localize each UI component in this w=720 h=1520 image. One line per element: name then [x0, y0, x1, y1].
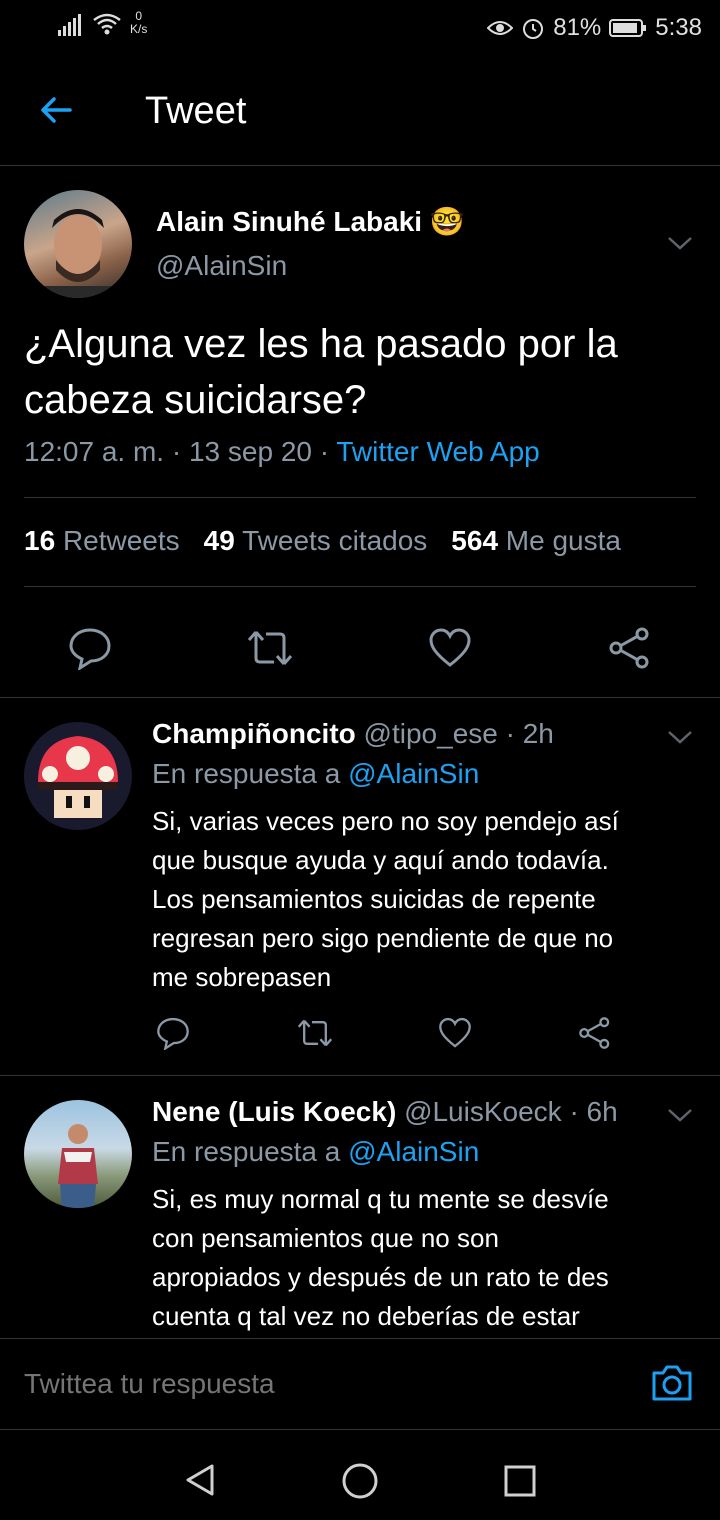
reply-input[interactable]: [24, 1363, 624, 1405]
retweets-label: Retweets: [62, 525, 180, 556]
reply-line: con pensamientos que no son: [152, 1223, 499, 1253]
reply-icon[interactable]: [156, 1016, 190, 1050]
mushroom-avatar-icon: [38, 736, 118, 818]
tweet-stats: 16 Retweets 49 Tweets citados 564 Me gus…: [24, 525, 621, 557]
reply-item[interactable]: Nene (Luis Koeck) @LuisKoeck · 6h En res…: [0, 1076, 720, 1338]
camera-icon[interactable]: [650, 1363, 694, 1403]
reply-line: Si, es muy normal q tu mente se desvíe: [152, 1184, 609, 1214]
nav-back-triangle-icon[interactable]: [182, 1462, 218, 1498]
battery-percent: 81%: [553, 14, 602, 41]
avatar-person-icon: [58, 1124, 98, 1208]
reply-text: Si, es muy normal q tu mente se desvíe c…: [152, 1180, 609, 1336]
meta-separator: ·: [171, 436, 182, 467]
retweets-stat[interactable]: 16 Retweets: [24, 525, 180, 557]
reply-composer: [0, 1338, 720, 1430]
reply-header: Champiñoncito @tipo_ese · 2h: [152, 718, 554, 750]
retweet-icon[interactable]: [246, 626, 294, 670]
reply-avatar[interactable]: [24, 722, 132, 830]
author-avatar[interactable]: [24, 190, 132, 298]
quote-tweets-stat[interactable]: 49 Tweets citados: [204, 525, 428, 557]
likes-stat[interactable]: 564 Me gusta: [451, 525, 621, 557]
reply-author-name[interactable]: Champiñoncito: [152, 718, 356, 749]
avatar-face-icon: [44, 209, 112, 298]
status-bar: 0 K/s 81% 5:38: [0, 0, 720, 60]
reply-text: Si, varias veces pero no soy pendejo así…: [152, 802, 619, 997]
author-name[interactable]: Alain Sinuhé Labaki 🤓: [156, 205, 465, 238]
quote-tweets-count: 49: [203, 525, 235, 556]
back-arrow-icon[interactable]: [36, 90, 76, 130]
network-speed: 0 K/s: [130, 10, 147, 36]
clock: 5:38: [655, 14, 702, 41]
reply-header: Nene (Luis Koeck) @LuisKoeck · 6h: [152, 1096, 618, 1128]
reply-line: Los pensamientos suicidas de repente: [152, 884, 596, 914]
likes-count: 564: [451, 525, 499, 556]
signal-icon: [58, 14, 81, 36]
retweet-icon[interactable]: [296, 1016, 334, 1050]
tweet-text-line-2: cabeza suicidarse?: [24, 378, 367, 422]
reply-line: apropiados y después de un rato te des: [152, 1262, 609, 1292]
reply-author-handle[interactable]: @LuisKoeck: [404, 1096, 562, 1127]
reply-time: · 2h: [505, 718, 554, 749]
page-title: Tweet: [145, 90, 247, 132]
reply-author-handle[interactable]: @tipo_ese: [364, 718, 498, 749]
battery-icon: [609, 19, 647, 37]
tweet-source-link[interactable]: Twitter Web App: [336, 436, 539, 467]
reply-avatar[interactable]: [24, 1100, 132, 1208]
status-left: 0 K/s: [58, 10, 147, 36]
reply-item[interactable]: Champiñoncito @tipo_ese · 2h En respuest…: [0, 698, 720, 1074]
reply-line: me sobrepasen: [152, 962, 332, 992]
quote-tweets-label: Tweets citados: [242, 525, 428, 556]
meta-separator: ·: [319, 436, 330, 467]
in-reply-handle-link[interactable]: @AlainSin: [348, 758, 479, 789]
in-reply-handle-link[interactable]: @AlainSin: [348, 1136, 479, 1167]
eye-comfort-icon: [487, 21, 514, 35]
like-heart-icon[interactable]: [438, 1016, 472, 1050]
tweet-text-line-1: ¿Alguna vez les ha pasado por la: [24, 322, 618, 366]
tweet-text: ¿Alguna vez les ha pasado por la cabeza …: [24, 316, 618, 428]
in-reply-to: En respuesta a @AlainSin: [152, 1136, 479, 1168]
nav-recents-square-icon[interactable]: [503, 1464, 537, 1498]
reply-author-name[interactable]: Nene (Luis Koeck): [152, 1096, 396, 1127]
reply-line: Si, varias veces pero no soy pendejo así: [152, 806, 619, 836]
system-nav-bar: [0, 1430, 720, 1520]
reply-options-chevron-down-icon[interactable]: [666, 1106, 694, 1124]
tweet-meta: 12:07 a. m. · 13 sep 20 · Twitter Web Ap…: [24, 436, 540, 468]
tweet-action-bar: [0, 620, 720, 676]
share-icon[interactable]: [608, 626, 652, 670]
share-icon[interactable]: [578, 1016, 612, 1050]
top-app-bar: Tweet: [0, 60, 720, 166]
speed-unit: K/s: [130, 22, 148, 36]
likes-label: Me gusta: [505, 525, 621, 556]
in-reply-prefix: En respuesta a: [152, 1136, 341, 1167]
in-reply-prefix: En respuesta a: [152, 758, 341, 789]
alarm-icon: [523, 19, 544, 39]
like-heart-icon[interactable]: [428, 626, 472, 670]
wifi-icon: [93, 13, 121, 35]
divider: [24, 497, 696, 498]
author-handle[interactable]: @AlainSin: [156, 250, 287, 282]
reply-icon[interactable]: [68, 626, 112, 670]
reply-line: que busque ayuda y aquí ando todavía.: [152, 845, 609, 875]
in-reply-to: En respuesta a @AlainSin: [152, 758, 479, 790]
reply-line: regresan pero sigo pendiente de que no: [152, 923, 614, 953]
divider: [24, 586, 696, 587]
reply-options-chevron-down-icon[interactable]: [666, 728, 694, 746]
nav-home-circle-icon[interactable]: [341, 1462, 379, 1500]
tweet-time: 12:07 a. m.: [24, 436, 165, 467]
tweet-date: 13 sep 20: [188, 436, 312, 467]
reply-line: cuenta q tal vez no deberías de estar: [152, 1301, 580, 1331]
tweet-options-chevron-down-icon[interactable]: [666, 234, 694, 252]
status-right: 81% 5:38: [487, 14, 702, 42]
reply-time: · 6h: [569, 1096, 618, 1127]
retweets-count: 16: [24, 525, 56, 556]
